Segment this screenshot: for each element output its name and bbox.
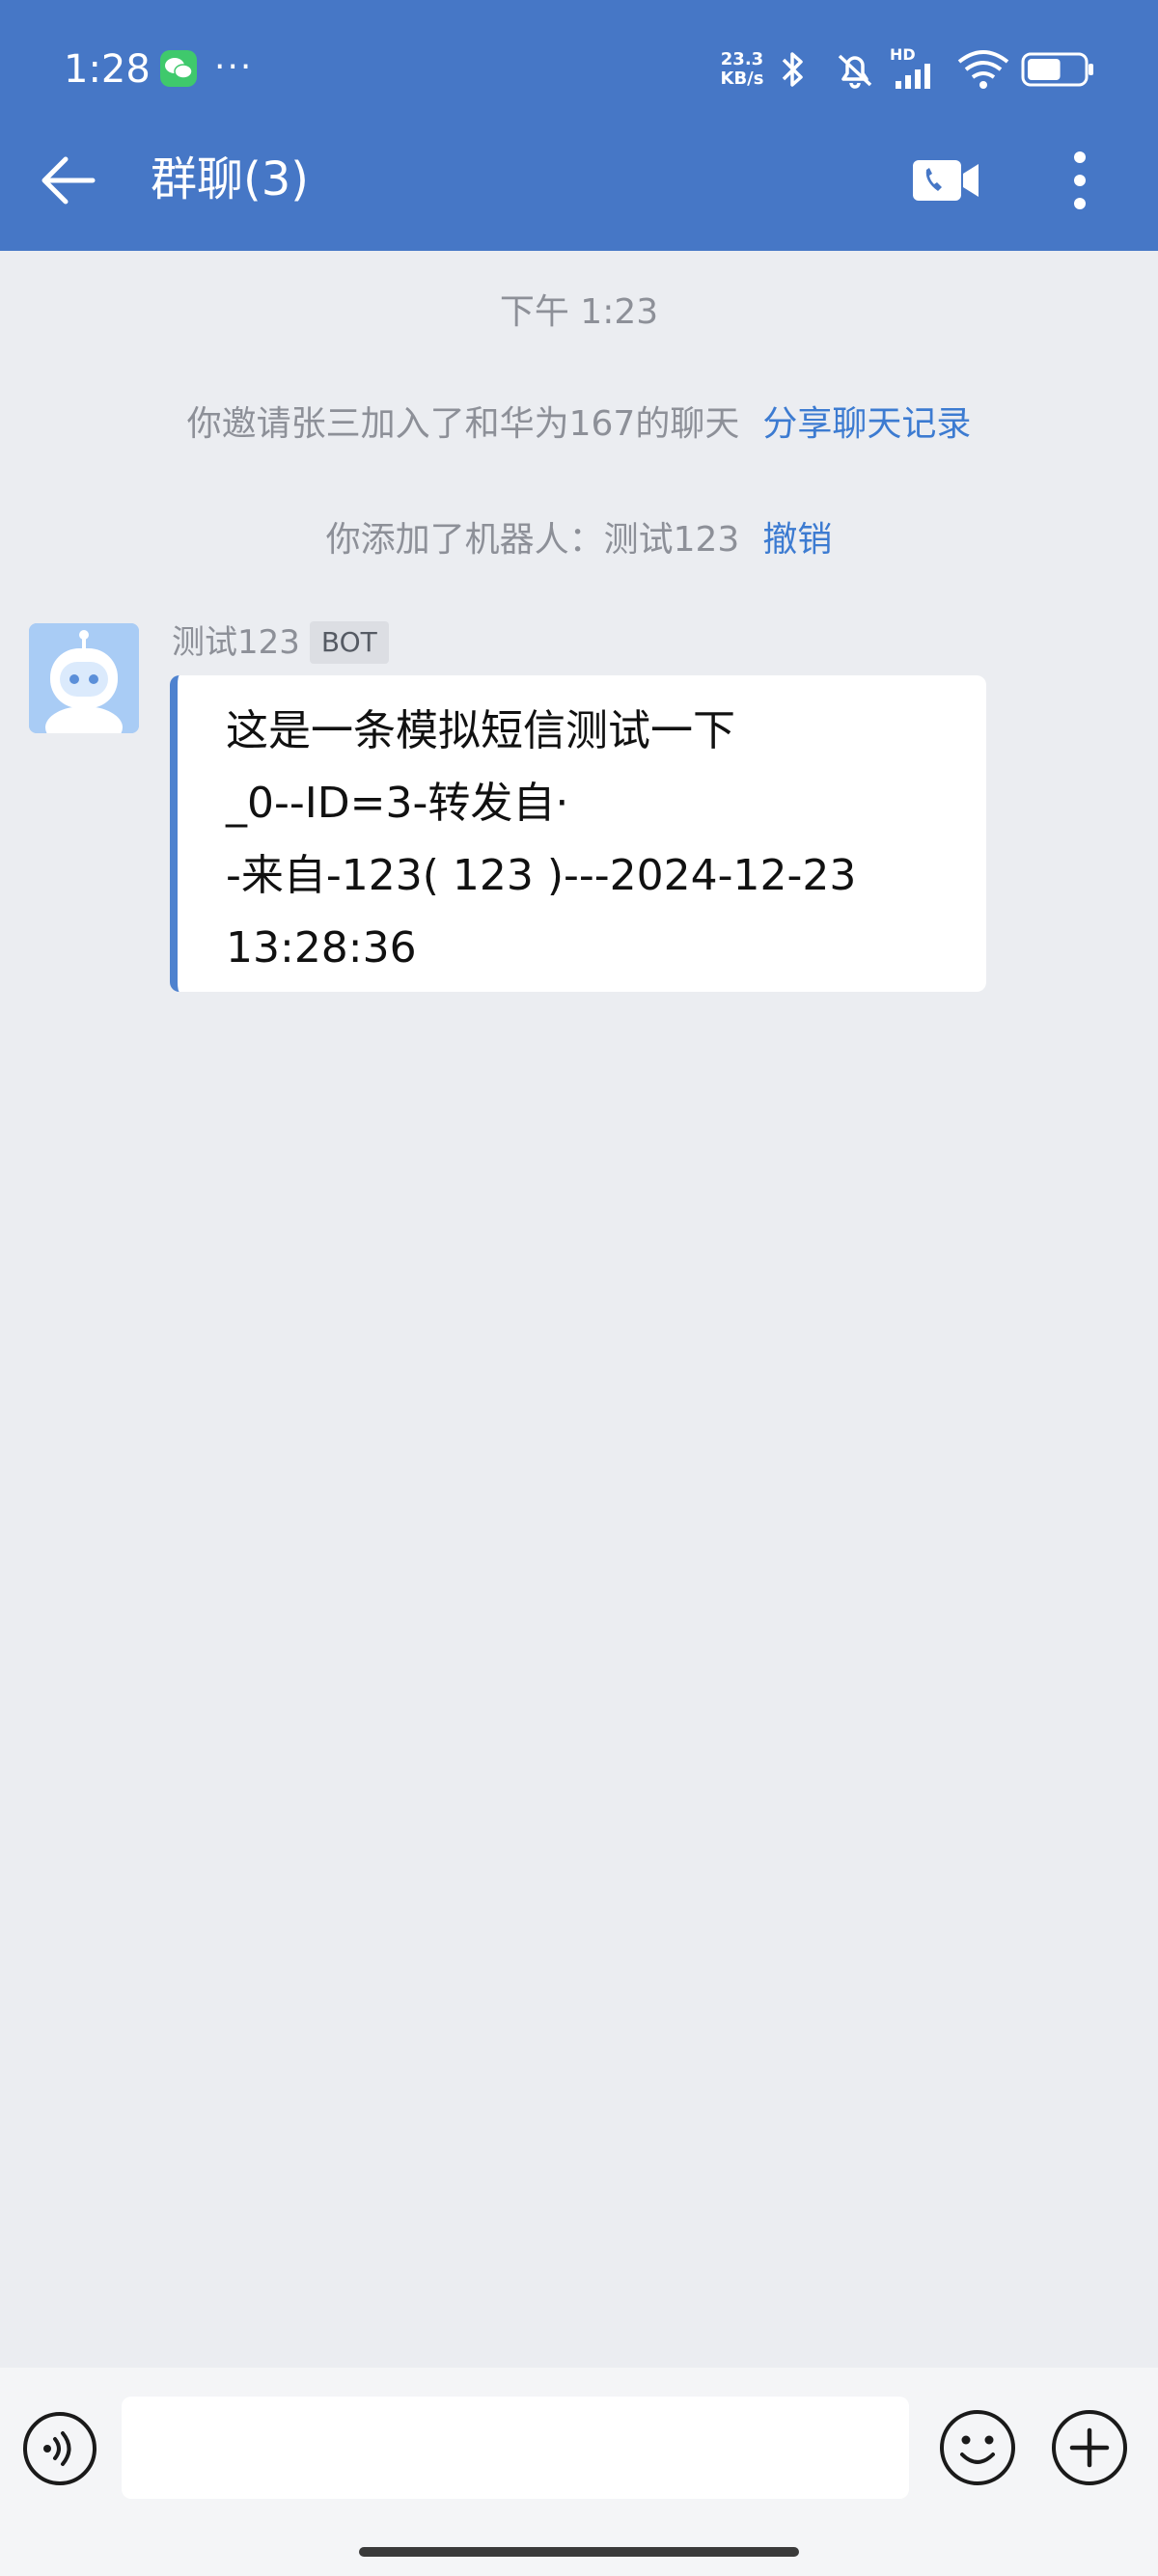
message-line-3: -来自-123( 123 )---2024-12-23 <box>226 851 857 900</box>
video-call-icon[interactable] <box>911 156 982 205</box>
message-sender-row: 测试123 BOT <box>172 619 389 666</box>
bluetooth-icon <box>782 52 803 87</box>
battery-fill <box>1028 59 1061 80</box>
message-line-1: 这是一条模拟短信测试一下 <box>226 706 735 755</box>
system-message-invite: 你邀请张三加入了和华为167的聊天 分享聊天记录 <box>0 399 1158 450</box>
top-header: 1:28 ··· 23.3 KB/s HD 群聊(3) <box>0 0 1158 251</box>
bell-muted-icon <box>838 54 872 89</box>
plus-icon[interactable] <box>1050 2408 1129 2487</box>
network-speed-unit: KB/s <box>720 69 764 89</box>
voice-input-icon[interactable] <box>21 2410 98 2487</box>
wifi-icon <box>957 50 1009 89</box>
status-time: 1:28 <box>64 47 151 92</box>
system-robot-text: 你添加了机器人：测试123 <box>325 520 740 560</box>
cellular-signal-icon <box>896 64 930 89</box>
system-invite-text: 你邀请张三加入了和华为167的聊天 <box>186 404 740 444</box>
undo-link[interactable]: 撤销 <box>762 520 832 560</box>
bot-badge: BOT <box>309 621 389 664</box>
network-speed-value: 23.3 <box>720 49 764 69</box>
wechat-icon <box>160 50 197 87</box>
share-chat-history-link[interactable]: 分享聊天记录 <box>762 404 971 444</box>
chat-title: 群聊(3) <box>151 152 309 206</box>
robot-avatar-icon[interactable] <box>29 623 139 733</box>
notification-more-icon: ··· <box>214 47 254 87</box>
back-arrow-icon[interactable] <box>39 154 96 206</box>
message-input[interactable] <box>122 2397 909 2499</box>
battery-icon <box>1021 52 1093 87</box>
home-indicator[interactable] <box>359 2547 799 2557</box>
message-line-4: 13:28:36 <box>226 923 417 973</box>
system-message-robot: 你添加了机器人：测试123 撤销 <box>0 515 1158 565</box>
message-bubble[interactable]: 这是一条模拟短信测试一下 _0--ID=3-转发自· -来自-123( 123 … <box>170 675 986 992</box>
chat-timestamp: 下午 1:23 <box>499 292 659 332</box>
message-line-2: _0--ID=3-转发自· <box>226 779 569 828</box>
more-vertical-icon[interactable] <box>1073 151 1087 210</box>
emoji-icon[interactable] <box>938 2408 1017 2487</box>
network-speed: 23.3 KB/s <box>716 50 768 89</box>
sender-name: 测试123 <box>172 623 300 662</box>
